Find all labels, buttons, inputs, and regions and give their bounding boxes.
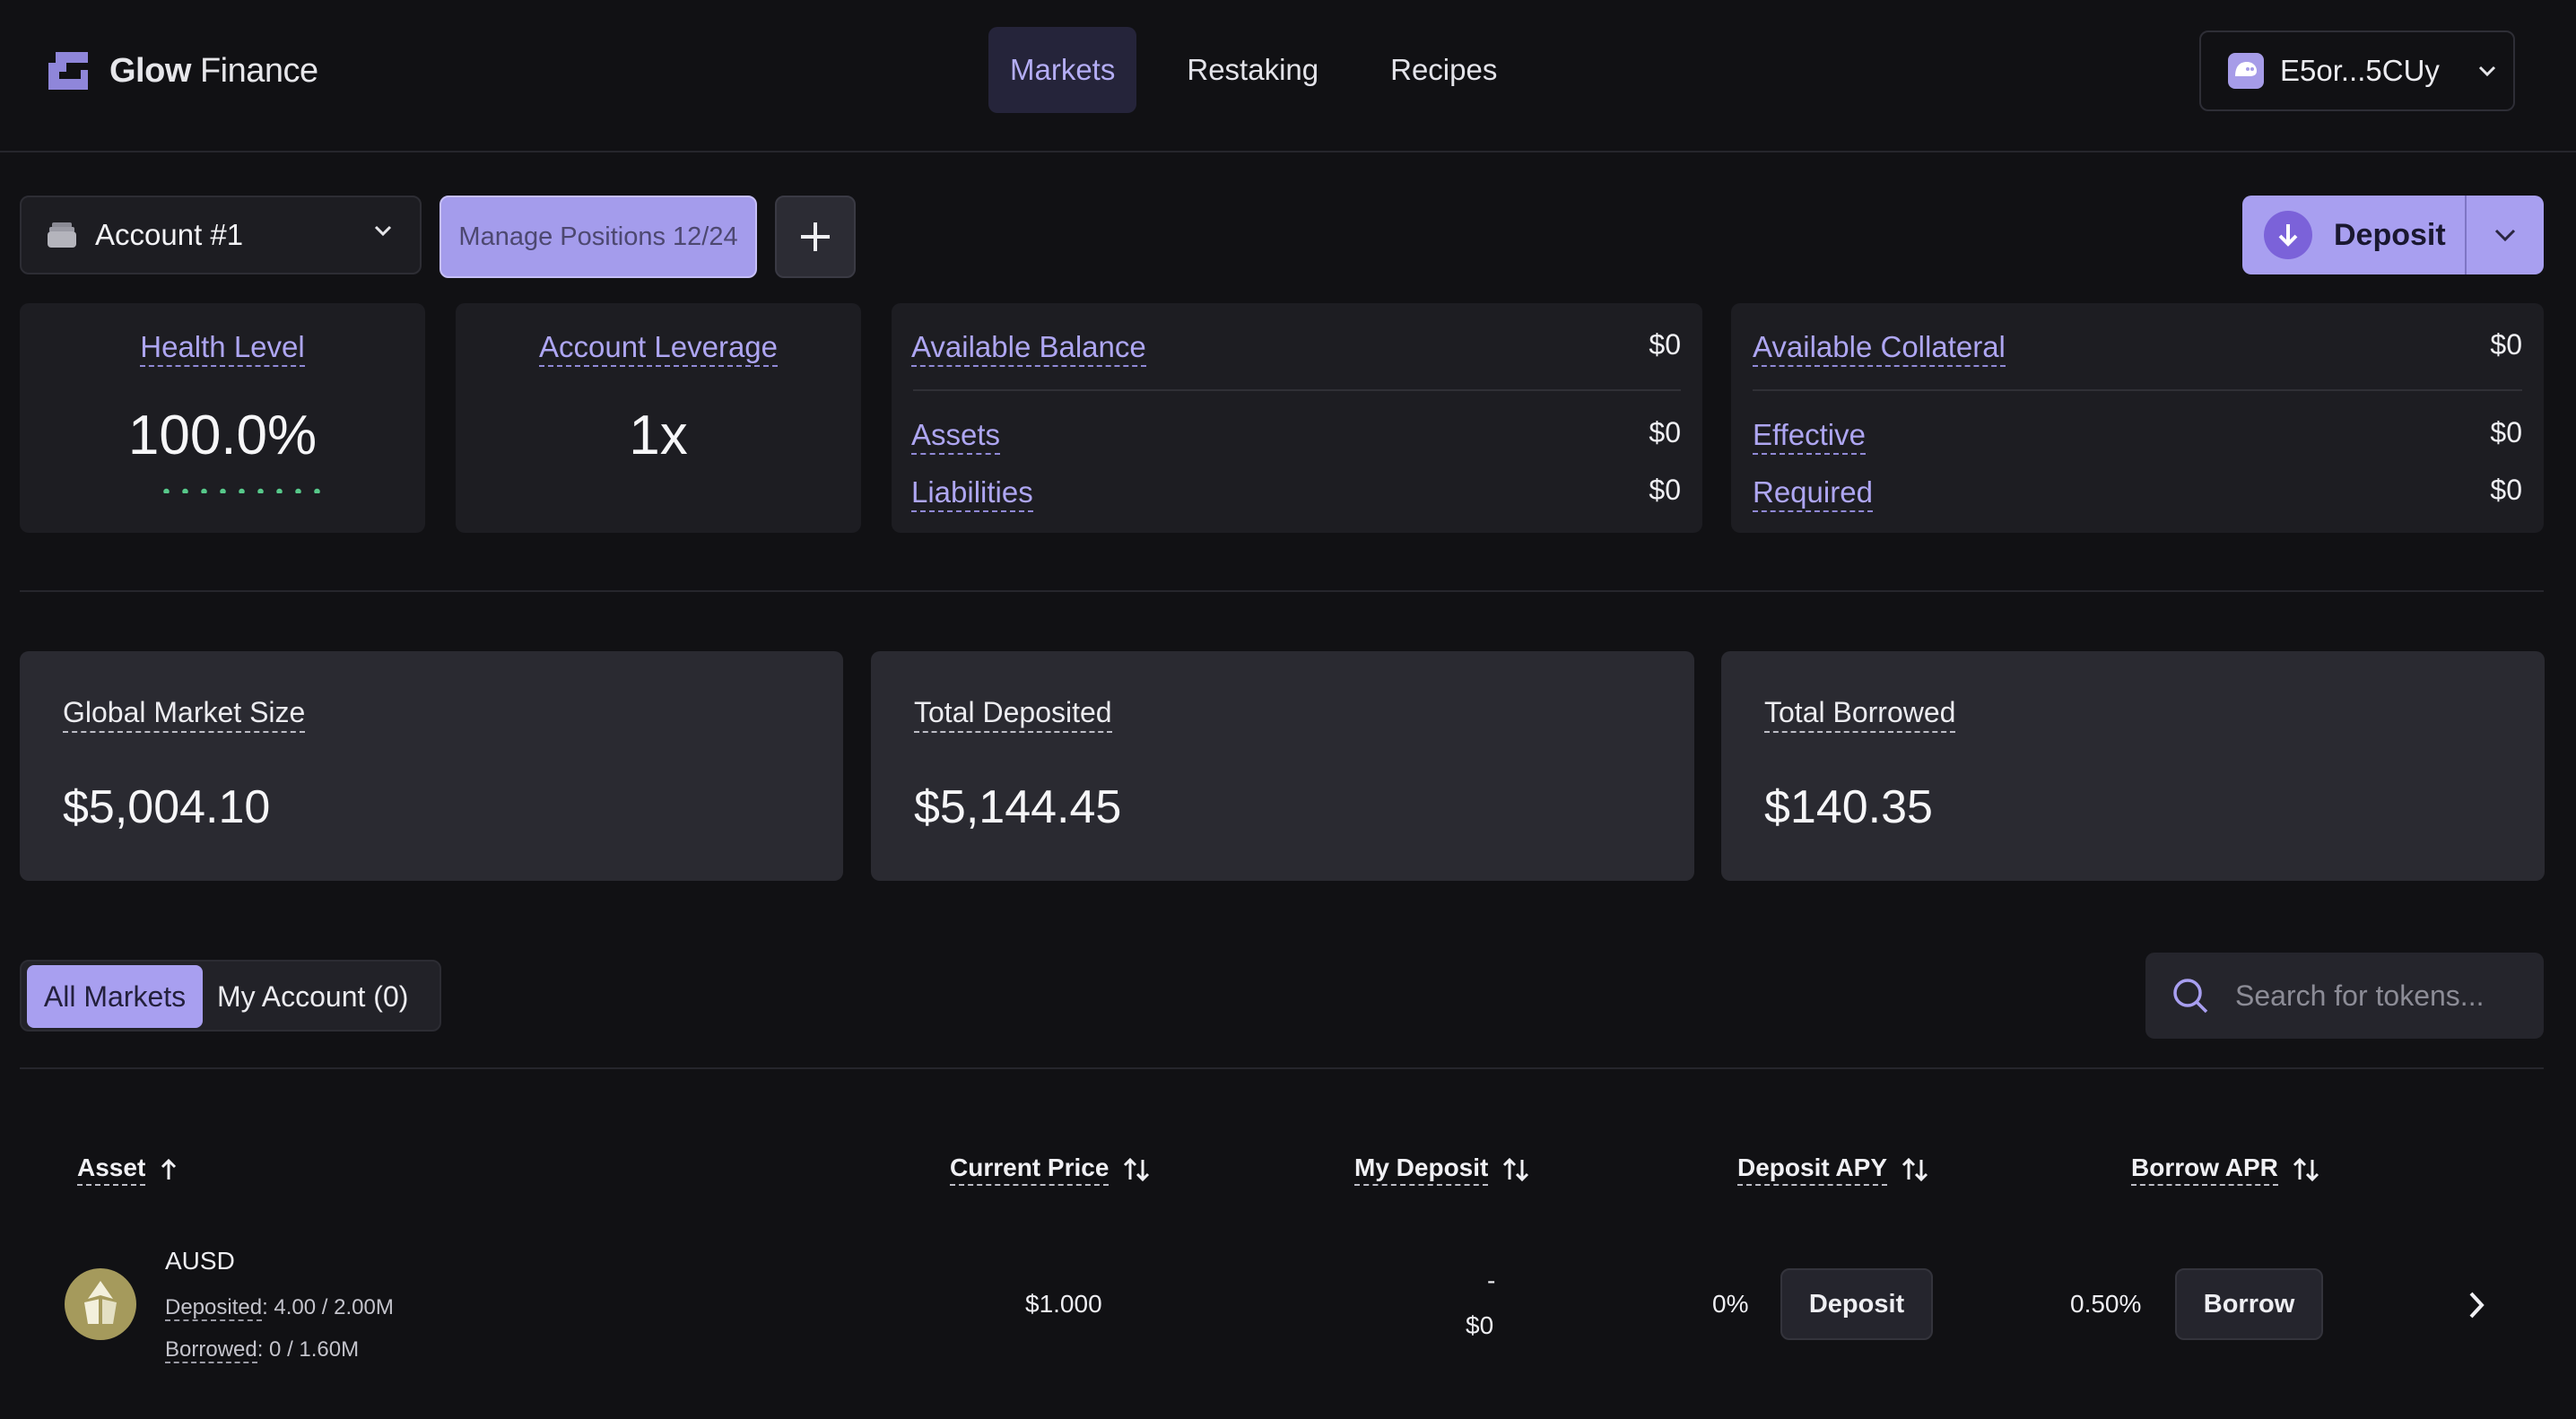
top-header: Glow Finance Markets Restaking Recipes E… xyxy=(0,0,2576,152)
search-icon xyxy=(2173,979,2208,1014)
wallet-button[interactable]: E5or...5CUy xyxy=(2199,30,2515,111)
global-market-size-label[interactable]: Global Market Size xyxy=(63,696,306,733)
effective-label[interactable]: Effective xyxy=(1753,418,1866,455)
sort-icon xyxy=(1503,1157,1529,1182)
section-divider xyxy=(20,1067,2544,1069)
available-collateral-value: $0 xyxy=(2490,328,2522,361)
my-deposit-header-label: My Deposit xyxy=(1354,1153,1489,1186)
chevron-right-icon[interactable] xyxy=(2467,1290,2486,1320)
manage-positions-button[interactable]: Manage Positions 12/24 xyxy=(439,196,757,278)
borrow-apr-header-label: Borrow APR xyxy=(2131,1153,2278,1186)
arrow-up-icon xyxy=(161,1158,177,1180)
wallet-address: E5or...5CUy xyxy=(2280,54,2440,87)
token-search xyxy=(2145,953,2544,1039)
global-market-size-value: $5,004.10 xyxy=(63,781,271,833)
my-deposit-usd: $0 xyxy=(1466,1311,1494,1339)
balance-card: Available Balance $0 Assets $0 Liabiliti… xyxy=(892,303,1702,533)
account-name: Account #1 xyxy=(95,218,244,251)
total-borrowed-value: $140.35 xyxy=(1764,781,1933,833)
total-deposited-value: $5,144.45 xyxy=(914,781,1122,833)
column-header-price[interactable]: Current Price xyxy=(950,1153,1150,1186)
health-level-value: 100.0% xyxy=(127,405,318,466)
borrow-apr-value: 0.50% xyxy=(2070,1290,2142,1318)
total-deposited-card: Total Deposited $5,144.45 xyxy=(871,651,1694,881)
total-deposited-label[interactable]: Total Deposited xyxy=(914,696,1112,733)
tab-my-account[interactable]: My Account (0) xyxy=(217,965,408,1028)
my-deposit-amount: - xyxy=(1487,1267,1496,1294)
health-card: Health Level 100.0% xyxy=(20,303,425,533)
deposit-apy-value: 0% xyxy=(1712,1290,1749,1318)
glow-logo-icon xyxy=(48,52,88,90)
assets-label[interactable]: Assets xyxy=(911,418,1001,455)
deposit-options-button[interactable] xyxy=(2465,196,2544,274)
required-label[interactable]: Required xyxy=(1753,475,1873,512)
collateral-card: Available Collateral $0 Effective $0 Req… xyxy=(1731,303,2544,533)
asset-header-label: Asset xyxy=(77,1153,146,1186)
current-price: $1.000 xyxy=(1025,1290,1102,1318)
search-input[interactable] xyxy=(2235,979,2522,1013)
nav-restaking[interactable]: Restaking xyxy=(1165,27,1340,113)
sort-icon xyxy=(1902,1157,1928,1182)
total-borrowed-card: Total Borrowed $140.35 xyxy=(1721,651,2545,881)
nav-recipes[interactable]: Recipes xyxy=(1369,27,1519,113)
required-value: $0 xyxy=(2490,474,2522,506)
deposit-button[interactable]: Deposit xyxy=(2242,196,2465,274)
brand-name: Glow Finance xyxy=(109,51,318,90)
column-header-my-deposit[interactable]: My Deposit xyxy=(1354,1153,1529,1186)
price-header-label: Current Price xyxy=(950,1153,1110,1186)
deposit-apy-header-label: Deposit APY xyxy=(1737,1153,1887,1186)
sort-icon xyxy=(1124,1157,1150,1182)
sort-icon xyxy=(2293,1157,2319,1182)
divider xyxy=(1753,389,2522,391)
health-indicator xyxy=(157,488,327,493)
chevron-down-icon xyxy=(2478,65,2495,77)
chevron-down-icon xyxy=(374,225,392,237)
brand-logo[interactable]: Glow Finance xyxy=(47,50,318,91)
row-borrow-button[interactable]: Borrow xyxy=(2175,1268,2323,1340)
total-borrowed-label[interactable]: Total Borrowed xyxy=(1764,696,1956,733)
health-level-label[interactable]: Health Level xyxy=(140,330,305,367)
available-collateral-label[interactable]: Available Collateral xyxy=(1753,330,2006,367)
liabilities-value: $0 xyxy=(1649,474,1681,506)
global-market-size-card: Global Market Size $5,004.10 xyxy=(20,651,843,881)
liabilities-label[interactable]: Liabilities xyxy=(911,475,1033,512)
deposit-label: Deposit xyxy=(2334,217,2446,252)
asset-symbol: AUSD xyxy=(165,1247,235,1275)
row-deposit-button[interactable]: Deposit xyxy=(1780,1268,1933,1340)
assets-value: $0 xyxy=(1649,416,1681,448)
arrow-down-icon xyxy=(2264,211,2312,259)
leverage-card: Account Leverage 1x xyxy=(456,303,861,533)
account-leverage-label[interactable]: Account Leverage xyxy=(538,330,778,367)
column-header-deposit-apy[interactable]: Deposit APY xyxy=(1737,1153,1928,1186)
effective-value: $0 xyxy=(2490,416,2522,448)
column-header-asset[interactable]: Asset xyxy=(77,1153,178,1186)
chevron-down-icon xyxy=(2494,229,2516,242)
main-nav: Markets Restaking Recipes xyxy=(988,27,1547,113)
phantom-wallet-icon xyxy=(2228,53,2264,89)
asset-deposited: Deposited: 4.00 / 2.00M xyxy=(165,1295,394,1321)
column-header-borrow-apr[interactable]: Borrow APR xyxy=(2131,1153,2319,1186)
market-tabs: All Markets My Account (0) xyxy=(20,960,441,1032)
account-select[interactable]: Account #1 xyxy=(20,196,422,274)
ausd-token-icon xyxy=(65,1268,136,1340)
add-account-button[interactable] xyxy=(775,196,856,278)
divider xyxy=(913,389,1681,391)
asset-borrowed: Borrowed: 0 / 1.60M xyxy=(165,1337,360,1363)
section-divider xyxy=(20,590,2544,592)
tab-all-markets[interactable]: All Markets xyxy=(27,965,203,1028)
available-balance-label[interactable]: Available Balance xyxy=(911,330,1146,367)
available-balance-value: $0 xyxy=(1649,328,1681,361)
account-leverage-value: 1x xyxy=(629,405,688,466)
wallet-stack-icon xyxy=(48,222,76,248)
nav-markets[interactable]: Markets xyxy=(988,27,1137,113)
plus-icon xyxy=(801,222,830,251)
